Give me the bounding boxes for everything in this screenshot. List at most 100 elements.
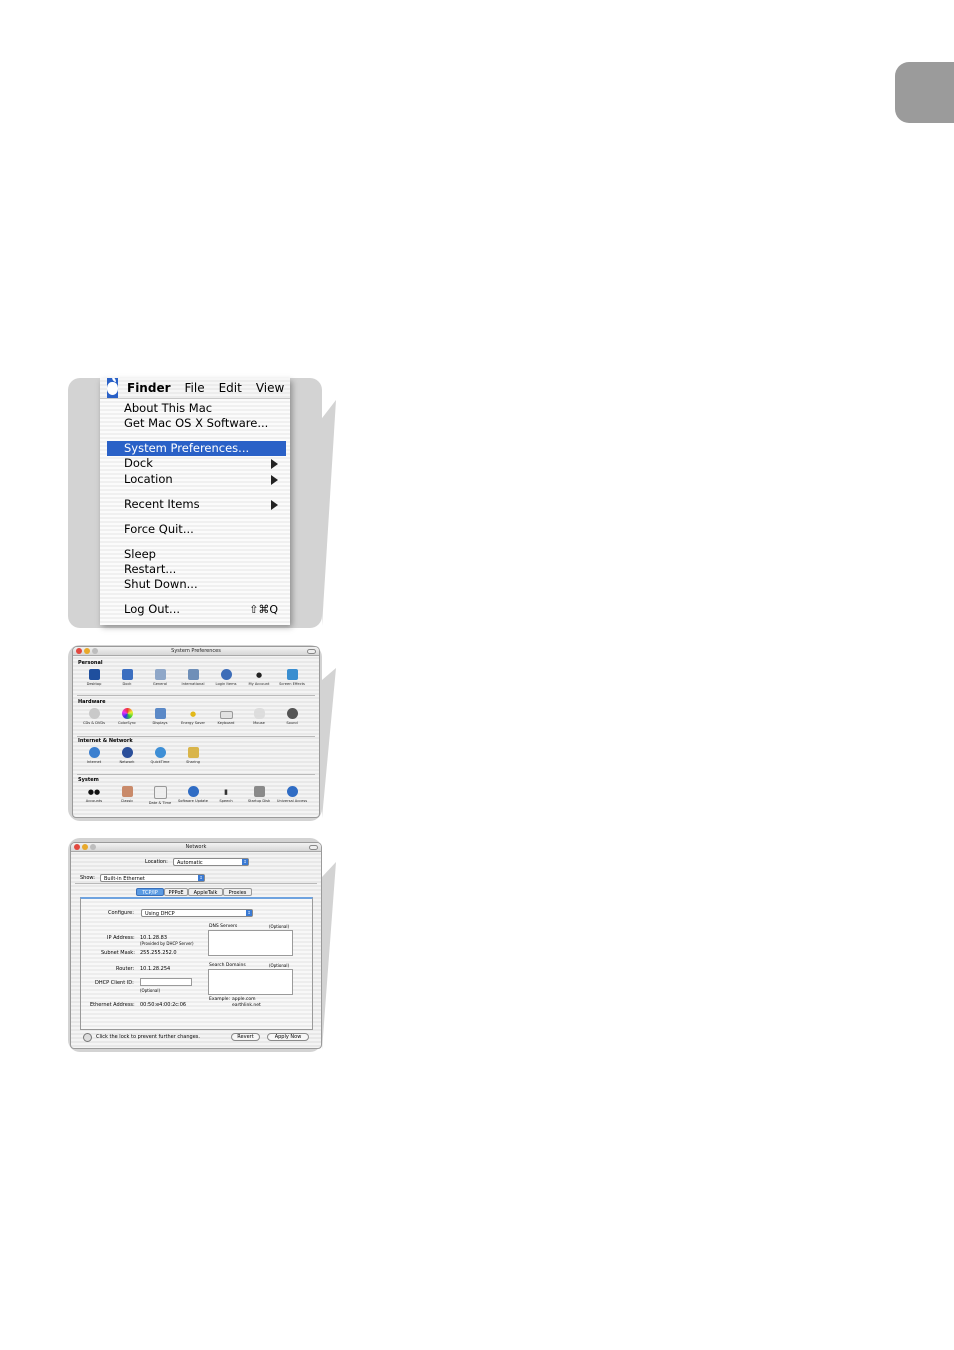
location-popup[interactable]: Automatic ↕ bbox=[173, 858, 249, 866]
globe-icon bbox=[88, 747, 100, 758]
toolbar-toggle-button[interactable] bbox=[307, 649, 316, 654]
dhcp-client-id-field[interactable] bbox=[140, 978, 192, 986]
show-popup[interactable]: Built-in Ethernet ↕ bbox=[100, 874, 205, 882]
sharing-icon bbox=[187, 747, 199, 758]
example-domain-1: apple.com bbox=[232, 997, 256, 1002]
ip-address-label: IP Address: bbox=[107, 935, 135, 941]
pref-desktop[interactable]: Desktop bbox=[78, 669, 110, 686]
revert-button[interactable]: Revert bbox=[231, 1033, 260, 1041]
show-value: Built-in Ethernet bbox=[104, 876, 145, 882]
pref-mouse[interactable]: Mouse bbox=[243, 708, 275, 725]
pref-cds-dvds[interactable]: CDs & DVDs bbox=[78, 708, 110, 725]
pref-label: Startup Disk bbox=[247, 799, 271, 803]
pref-colorsync[interactable]: ColorSync bbox=[111, 708, 143, 725]
pref-displays[interactable]: Displays bbox=[144, 708, 176, 725]
subnet-mask-value: 255.255.252.0 bbox=[140, 950, 177, 956]
tab-tcpip[interactable]: TCP/IP bbox=[136, 888, 164, 896]
window-title: Network bbox=[185, 844, 207, 850]
section-divider bbox=[77, 774, 315, 775]
zoom-button[interactable] bbox=[92, 648, 98, 654]
tab-proxies[interactable]: Proxies bbox=[223, 888, 252, 896]
pref-label: QuickTime bbox=[150, 760, 170, 764]
toolbar-toggle-button[interactable] bbox=[309, 845, 318, 850]
pref-energy-saver[interactable]: ● Energy Saver bbox=[177, 708, 209, 725]
pref-quicktime[interactable]: QuickTime bbox=[144, 747, 176, 764]
menubar-finder[interactable]: Finder bbox=[127, 381, 171, 395]
account-icon: ● bbox=[255, 670, 263, 679]
menubar-view[interactable]: View bbox=[256, 381, 284, 395]
menu-item-location[interactable]: Location bbox=[107, 472, 286, 487]
minimize-button[interactable] bbox=[84, 648, 90, 654]
quicktime-icon bbox=[154, 747, 166, 758]
panel-arrow-shape bbox=[322, 668, 336, 818]
menu-item-force-quit[interactable]: Force Quit... bbox=[107, 522, 286, 537]
system-preferences-window: System Preferences Personal Desktop Dock… bbox=[72, 646, 320, 818]
dns-servers-field[interactable] bbox=[208, 930, 293, 956]
menu-dropdown: About This Mac Get Mac OS X Software... … bbox=[100, 399, 290, 625]
menu-item-sleep[interactable]: Sleep bbox=[107, 547, 286, 562]
dhcp-optional-label: (Optional) bbox=[140, 988, 161, 993]
subnet-mask-label: Subnet Mask: bbox=[101, 950, 135, 956]
display-icon bbox=[154, 708, 166, 719]
pref-network[interactable]: Network bbox=[111, 747, 143, 764]
zoom-button[interactable] bbox=[90, 844, 96, 850]
pref-date-time[interactable]: Date & Time bbox=[144, 786, 176, 805]
menu-item-restart[interactable]: Restart... bbox=[107, 562, 286, 577]
microphone-icon: ▮ bbox=[224, 787, 228, 796]
pref-internet[interactable]: Internet bbox=[78, 747, 110, 764]
search-domains-field[interactable] bbox=[208, 969, 293, 995]
menu-item-shut-down[interactable]: Shut Down... bbox=[107, 577, 286, 592]
pref-label: Sharing bbox=[186, 760, 200, 764]
pref-label: Speech bbox=[219, 799, 233, 803]
pref-dock[interactable]: Dock bbox=[111, 669, 143, 686]
pref-international[interactable]: International bbox=[177, 669, 209, 686]
lock-text: Click the lock to prevent further change… bbox=[96, 1034, 200, 1040]
apple-menu: Finder File Edit View About This Mac Get… bbox=[100, 378, 290, 625]
pref-keyboard[interactable]: Keyboard bbox=[210, 708, 242, 725]
apply-now-button[interactable]: Apply Now bbox=[267, 1033, 309, 1041]
tab-appletalk[interactable]: AppleTalk bbox=[188, 888, 223, 896]
pref-login-items[interactable]: Login Items bbox=[210, 669, 242, 686]
pref-sharing[interactable]: Sharing bbox=[177, 747, 209, 764]
pref-accounts[interactable]: ●● Accounts bbox=[78, 786, 110, 803]
menubar-edit[interactable]: Edit bbox=[219, 381, 242, 395]
menu-item-recent-items[interactable]: Recent Items bbox=[107, 497, 286, 512]
menu-item-label: Location bbox=[124, 472, 173, 486]
menubar-file[interactable]: File bbox=[185, 381, 205, 395]
close-button[interactable] bbox=[76, 648, 82, 654]
accessibility-icon bbox=[286, 786, 298, 797]
pref-universal-access[interactable]: Universal Access bbox=[276, 786, 308, 803]
disc-icon bbox=[88, 708, 100, 719]
close-button[interactable] bbox=[74, 844, 80, 850]
tab-pppoe[interactable]: PPPoE bbox=[164, 888, 188, 896]
apple-menu-button[interactable] bbox=[107, 378, 118, 398]
login-icon bbox=[220, 669, 232, 680]
menu-item-label: Force Quit... bbox=[124, 522, 194, 536]
window-titlebar: System Preferences bbox=[73, 647, 319, 656]
example-label: Example: bbox=[209, 997, 231, 1002]
search-domains-label: Search Domains bbox=[209, 963, 246, 968]
pref-general[interactable]: General bbox=[144, 669, 176, 686]
menu-item-get-software[interactable]: Get Mac OS X Software... bbox=[107, 416, 286, 431]
pref-speech[interactable]: ▮ Speech bbox=[210, 786, 242, 803]
configure-value: Using DHCP bbox=[145, 911, 175, 917]
dns-optional-label: (Optional) bbox=[269, 924, 290, 929]
configure-popup[interactable]: Using DHCP ↕ bbox=[141, 909, 253, 917]
pref-screen-effects[interactable]: Screen Effects bbox=[276, 669, 308, 686]
disk-icon bbox=[253, 786, 265, 797]
pref-sound[interactable]: Sound bbox=[276, 708, 308, 725]
minimize-button[interactable] bbox=[82, 844, 88, 850]
menu-item-log-out[interactable]: Log Out... ⇧⌘Q bbox=[107, 602, 286, 617]
menu-item-label: Sleep bbox=[124, 547, 156, 561]
pref-my-account[interactable]: ● My Account bbox=[243, 669, 275, 686]
flag-icon bbox=[187, 669, 199, 680]
pref-classic[interactable]: Classic bbox=[111, 786, 143, 803]
pref-label: Keyboard bbox=[217, 721, 235, 725]
pref-software-update[interactable]: Software Update bbox=[177, 786, 209, 803]
lock-icon[interactable] bbox=[83, 1033, 92, 1042]
dhcp-client-id-label: DHCP Client ID: bbox=[95, 980, 134, 986]
menu-item-about[interactable]: About This Mac bbox=[107, 401, 286, 416]
menu-item-dock[interactable]: Dock bbox=[107, 456, 286, 471]
pref-startup-disk[interactable]: Startup Disk bbox=[243, 786, 275, 803]
menu-item-system-preferences[interactable]: System Preferences... bbox=[107, 441, 286, 456]
